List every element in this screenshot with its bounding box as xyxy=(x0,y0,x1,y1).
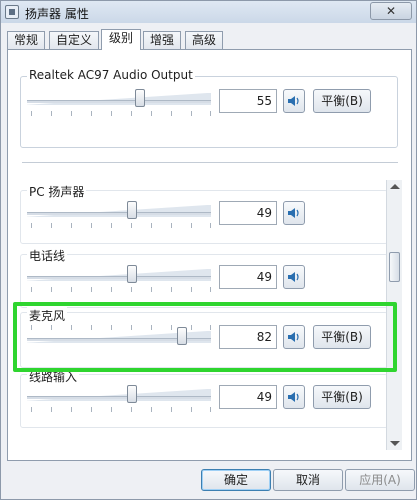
speaker-icon xyxy=(288,332,299,342)
title-bar: 扬声器 属性 ✕ xyxy=(1,1,416,23)
line-in-value[interactable]: 49 xyxy=(219,385,277,409)
phone-line-mute-button[interactable] xyxy=(283,265,305,289)
pc-speaker-label: PC 扬声器 xyxy=(27,183,87,200)
master-volume-thumb[interactable] xyxy=(135,89,145,107)
phone-line-ticks xyxy=(31,287,211,293)
master-mute-button[interactable] xyxy=(283,89,305,113)
apply-button[interactable]: 应用(A) xyxy=(345,469,415,491)
scroll-down-icon[interactable] xyxy=(390,441,400,446)
pc-speaker-mute-button[interactable] xyxy=(283,201,305,225)
phone-line-label: 电话线 xyxy=(27,247,68,264)
tab-custom[interactable]: 自定义 xyxy=(49,31,99,49)
window-title: 扬声器 属性 xyxy=(25,7,89,21)
levels-panel: Realtek AC97 Audio Output 55 平衡(B) PC 扬声… xyxy=(7,49,412,461)
line-in-slider[interactable] xyxy=(27,389,211,401)
tab-levels[interactable]: 级别 xyxy=(101,29,141,50)
phone-line-value[interactable]: 49 xyxy=(219,265,277,289)
master-balance-button[interactable]: 平衡(B) xyxy=(313,89,371,113)
line-in-thumb[interactable] xyxy=(127,385,137,403)
channel-phone-line: 电话线 49 xyxy=(20,247,388,308)
microphone-label: 麦克风 xyxy=(27,307,68,324)
scroll-up-icon[interactable] xyxy=(390,184,400,189)
channel-line-in: 线路输入 49 平衡(B) xyxy=(20,368,388,428)
line-in-label: 线路输入 xyxy=(27,368,80,385)
line-in-balance-button[interactable]: 平衡(B) xyxy=(313,385,371,409)
ok-button[interactable]: 确定 xyxy=(201,469,271,491)
scroll-thumb[interactable] xyxy=(389,252,400,282)
pc-speaker-slider[interactable] xyxy=(27,205,211,217)
microphone-value[interactable]: 82 xyxy=(219,325,277,349)
phone-line-thumb[interactable] xyxy=(127,265,137,283)
channel-pc-speaker: PC 扬声器 49 xyxy=(20,183,388,244)
tab-advanced[interactable]: 高级 xyxy=(185,31,223,49)
line-in-ticks xyxy=(31,407,211,413)
master-volume-value[interactable]: 55 xyxy=(219,89,277,113)
master-volume-slider[interactable] xyxy=(27,93,211,105)
cancel-button[interactable]: 取消 xyxy=(273,469,343,491)
speaker-icon xyxy=(288,392,299,402)
close-button[interactable]: ✕ xyxy=(370,2,412,20)
line-in-mute-button[interactable] xyxy=(283,385,305,409)
speaker-icon xyxy=(288,208,299,218)
pc-speaker-ticks xyxy=(31,223,211,229)
phone-line-slider[interactable] xyxy=(27,269,211,281)
speaker-icon xyxy=(288,96,299,106)
pc-speaker-value[interactable]: 49 xyxy=(219,201,277,225)
microphone-ticks xyxy=(31,325,211,331)
master-ticks xyxy=(31,111,211,117)
speaker-icon xyxy=(288,272,299,282)
tab-general[interactable]: 常规 xyxy=(7,31,45,49)
pc-speaker-thumb[interactable] xyxy=(127,201,137,219)
speaker-app-icon xyxy=(5,5,19,19)
microphone-mute-button[interactable] xyxy=(283,325,305,349)
master-output-group: Realtek AC97 Audio Output 55 平衡(B) xyxy=(20,68,398,148)
microphone-balance-button[interactable]: 平衡(B) xyxy=(313,325,371,349)
tab-enhancements[interactable]: 增强 xyxy=(143,31,181,49)
section-divider xyxy=(22,162,398,163)
speaker-properties-window: 扬声器 属性 ✕ 常规 自定义 级别 增强 高级 Realtek AC97 Au… xyxy=(0,0,417,500)
master-output-label: Realtek AC97 Audio Output xyxy=(27,68,195,82)
levels-scrollbar[interactable] xyxy=(386,180,402,450)
channel-microphone: 麦克风 82 平衡(B) xyxy=(20,307,388,368)
